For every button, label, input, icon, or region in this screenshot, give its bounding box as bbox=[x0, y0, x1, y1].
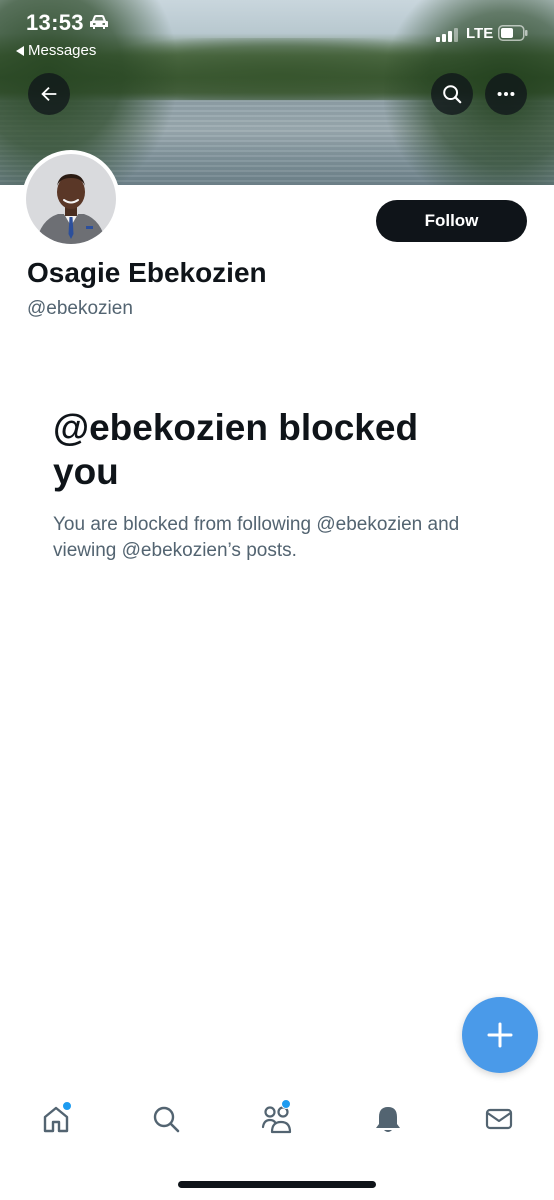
home-notification-dot bbox=[62, 1101, 72, 1111]
user-handle: @ebekozien bbox=[27, 298, 133, 319]
status-bar: 13:53 Messages LTE bbox=[0, 0, 554, 62]
blocked-title: @ebekozien blocked you bbox=[53, 407, 419, 492]
back-to-app-label: Messages bbox=[28, 42, 97, 59]
signal-icon bbox=[436, 28, 458, 42]
search-icon bbox=[153, 1106, 180, 1133]
tab-search[interactable] bbox=[146, 1099, 186, 1139]
blocked-description: You are blocked from following @ebekozie… bbox=[53, 514, 460, 561]
tab-communities[interactable] bbox=[257, 1099, 297, 1139]
avatar[interactable] bbox=[22, 150, 120, 248]
avatar-photo bbox=[26, 154, 116, 244]
battery-icon bbox=[498, 25, 528, 41]
display-name: Osagie Ebekozien bbox=[27, 257, 267, 288]
tab-notifications[interactable] bbox=[368, 1099, 408, 1139]
compose-button[interactable] bbox=[462, 997, 538, 1073]
tab-messages[interactable] bbox=[479, 1099, 519, 1139]
search-icon bbox=[443, 85, 462, 104]
back-arrow-icon bbox=[41, 86, 57, 102]
car-icon bbox=[90, 15, 108, 29]
more-icon bbox=[497, 91, 515, 97]
back-to-messages[interactable]: Messages bbox=[16, 42, 96, 59]
home-indicator[interactable] bbox=[178, 1181, 376, 1188]
communities-notification-dot bbox=[281, 1099, 291, 1109]
tab-home[interactable] bbox=[36, 1099, 76, 1139]
back-triangle-icon bbox=[16, 45, 24, 56]
plus-icon bbox=[487, 1022, 513, 1048]
follow-button[interactable]: Follow bbox=[376, 200, 527, 242]
more-button[interactable] bbox=[485, 73, 527, 115]
mail-icon bbox=[485, 1108, 513, 1130]
bell-icon bbox=[376, 1107, 400, 1132]
status-time: 13:53 bbox=[26, 10, 84, 35]
search-button[interactable] bbox=[431, 73, 473, 115]
bottom-tab-bar bbox=[0, 1085, 554, 1155]
back-button[interactable] bbox=[28, 73, 70, 115]
network-label: LTE bbox=[466, 25, 494, 42]
